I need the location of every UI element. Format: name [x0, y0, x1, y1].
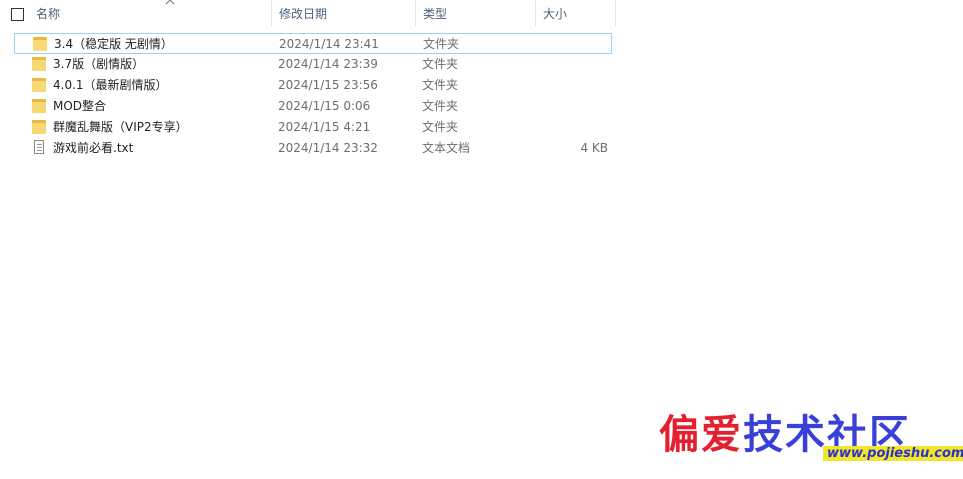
text-file-icon: [32, 140, 48, 155]
file-name: 3.4（稳定版 无剧情）: [54, 37, 173, 51]
file-date: 2024/1/15 23:56: [278, 78, 378, 92]
sort-ascending-icon: [165, 0, 175, 5]
watermark-logo: 偏爱技术社区 www.pojieshu.com: [655, 402, 963, 477]
column-header: 名称 修改日期 类型 大小: [0, 0, 616, 26]
column-size-label: 大小: [543, 7, 568, 21]
file-name: MOD整合: [53, 99, 107, 113]
file-type: 文本文档: [422, 141, 471, 155]
file-size: 4 KB: [580, 141, 608, 155]
file-date: 2024/1/14 23:41: [279, 37, 379, 51]
file-type: 文件夹: [422, 78, 459, 92]
column-type-label: 类型: [423, 7, 448, 21]
select-all-checkbox[interactable]: [11, 8, 24, 21]
file-list: 3.4（稳定版 无剧情） 2024/1/14 23:41 文件夹 3.7版（剧情…: [14, 33, 612, 159]
watermark-url: www.pojieshu.com: [823, 446, 963, 461]
file-type: 文件夹: [423, 37, 460, 51]
column-name-label: 名称: [36, 7, 61, 21]
column-header-type[interactable]: 类型: [415, 0, 536, 26]
watermark-title-part1: 偏爱: [659, 411, 743, 458]
file-row[interactable]: 3.7版（剧情版） 2024/1/14 23:39 文件夹: [14, 54, 612, 75]
file-row[interactable]: 群魔乱舞版（VIP2专享） 2024/1/15 4:21 文件夹: [14, 117, 612, 138]
folder-icon: [32, 120, 48, 134]
folder-icon: [33, 37, 49, 51]
file-date: 2024/1/15 4:21: [278, 120, 371, 134]
file-row[interactable]: MOD整合 2024/1/15 0:06 文件夹: [14, 96, 612, 117]
file-date: 2024/1/14 23:39: [278, 57, 378, 71]
file-name: 3.7版（剧情版）: [53, 57, 145, 71]
file-name: 4.0.1（最新剧情版）: [53, 78, 168, 92]
file-row[interactable]: 4.0.1（最新剧情版） 2024/1/15 23:56 文件夹: [14, 75, 612, 96]
column-date-label: 修改日期: [279, 7, 328, 21]
file-row[interactable]: 3.4（稳定版 无剧情） 2024/1/14 23:41 文件夹: [14, 33, 612, 54]
folder-icon: [32, 78, 48, 92]
file-name: 群魔乱舞版（VIP2专享）: [53, 120, 188, 134]
file-date: 2024/1/14 23:32: [278, 141, 378, 155]
file-name: 游戏前必看.txt: [53, 141, 134, 155]
file-type: 文件夹: [422, 120, 459, 134]
column-header-name[interactable]: 名称: [28, 0, 272, 26]
folder-icon: [32, 99, 48, 113]
file-row[interactable]: 游戏前必看.txt 2024/1/14 23:32 文本文档 4 KB: [14, 138, 612, 159]
file-date: 2024/1/15 0:06: [278, 99, 371, 113]
file-type: 文件夹: [422, 99, 459, 113]
folder-icon: [32, 57, 48, 71]
column-header-size[interactable]: 大小: [535, 0, 616, 26]
file-type: 文件夹: [422, 57, 459, 71]
column-header-date[interactable]: 修改日期: [271, 0, 416, 26]
